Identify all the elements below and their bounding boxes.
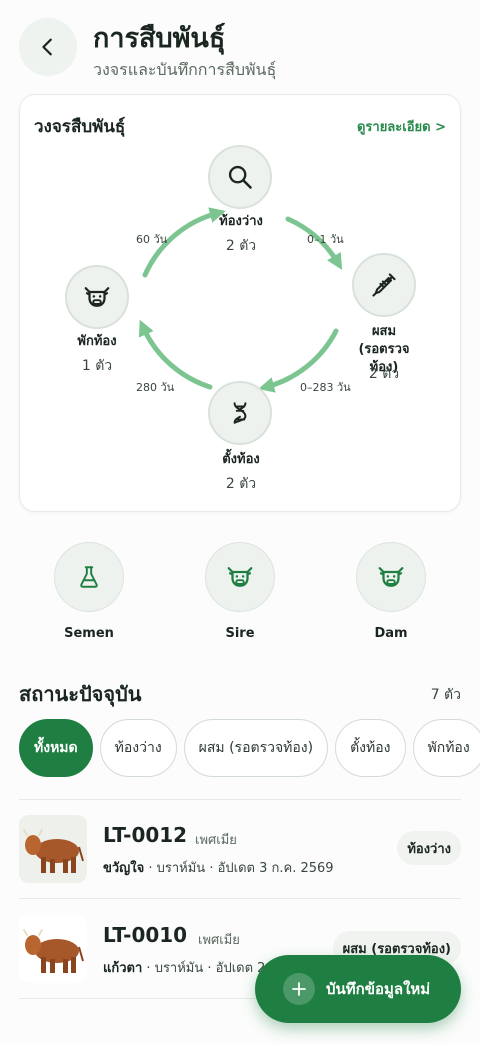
page-title: การสืบพันธุ์ xyxy=(93,23,226,54)
cycle-node-bred-count: 2 ตัว xyxy=(368,366,400,382)
animal-photo xyxy=(19,915,87,983)
search-icon xyxy=(228,165,252,189)
sire-label: Sire xyxy=(225,626,255,641)
cow-icon xyxy=(378,567,404,587)
cycle-node-pregnant-count: 2 ตัว xyxy=(225,476,257,492)
filter-chip-pregnant[interactable]: ตั้งท้อง xyxy=(335,719,406,777)
duration-empty-to-bred: 0–1 วัน xyxy=(307,233,344,246)
animal-photo xyxy=(19,815,87,883)
animal-sex: เพศเมีย xyxy=(198,933,240,948)
animal-id: LT-0010 xyxy=(103,923,188,947)
animal-name: ขวัญใจ xyxy=(103,861,145,876)
filter-chip-empty[interactable]: ท้องว่าง xyxy=(99,719,177,777)
filter-chip-resting[interactable]: พักท้อง xyxy=(412,719,480,777)
cycle-node-empty-count: 2 ตัว xyxy=(225,238,257,254)
sire-button[interactable] xyxy=(205,542,275,612)
animal-meta: ขวัญใจ · บราห์มัน · อัปเดต 3 ก.ค. 2569 xyxy=(103,857,334,878)
animal-name: แก้วตา xyxy=(103,961,143,976)
status-filter-chips: ทั้งหมด ท้องว่าง ผสม (รอตรวจท้อง) ตั้งท้องพ… xyxy=(19,719,480,779)
animal-details: · บราห์มัน · อัปเดต 2 xyxy=(142,961,266,976)
semen-button[interactable] xyxy=(54,542,124,612)
duration-resting-to-empty: 60 วัน xyxy=(136,233,168,246)
current-status-title: สถานะปัจจุบัน xyxy=(19,682,142,706)
breeding-cycle-card: วงจรสืบพันธุ์ ดูรายละเอียด > ท้องว่าง 2 … xyxy=(19,94,461,512)
animal-sex: เพศเมีย xyxy=(195,833,237,848)
animal-row[interactable]: LT-0012 เพศเมีย ขวัญใจ · บราห์มัน · อัปเ… xyxy=(19,815,461,901)
dam-label: Dam xyxy=(374,626,408,641)
filter-chip-all[interactable]: ทั้งหมด xyxy=(19,719,93,777)
back-button[interactable] xyxy=(19,18,77,76)
quick-action-semen[interactable]: Semen xyxy=(39,542,139,641)
dam-button[interactable] xyxy=(356,542,426,612)
duration-pregnant-to-resting: 280 วัน xyxy=(136,381,175,394)
page-subtitle: วงจรและบันทึกการสืบพันธุ์ xyxy=(93,60,277,79)
cycle-node-pregnant[interactable] xyxy=(208,381,272,445)
cycle-node-bred[interactable] xyxy=(352,253,416,317)
divider xyxy=(19,898,461,899)
dna-icon xyxy=(233,402,247,424)
syringe-icon xyxy=(372,273,396,297)
cycle-node-resting-label: พักท้อง xyxy=(77,334,117,349)
filter-chip-bred[interactable]: ผสม (รอตรวจท้อง) xyxy=(183,719,329,777)
flask-icon xyxy=(80,566,98,588)
quick-action-sire[interactable]: Sire xyxy=(190,542,290,641)
animal-id: LT-0012 xyxy=(103,823,188,847)
cow-icon xyxy=(227,567,253,587)
cow-photo-icon xyxy=(19,815,87,883)
cycle-node-empty[interactable] xyxy=(208,145,272,209)
quick-action-dam[interactable]: Dam xyxy=(341,542,441,641)
add-record-button[interactable]: บันทึกข้อมูลใหม่ xyxy=(255,955,461,1023)
cycle-node-resting[interactable] xyxy=(65,265,129,329)
cycle-node-resting-count: 1 ตัว xyxy=(81,358,113,374)
status-badge: ท้องว่าง xyxy=(397,831,461,865)
divider xyxy=(19,799,461,800)
cycle-node-empty-label: ท้องว่าง xyxy=(219,214,263,229)
duration-bred-to-pregnant: 0–283 วัน xyxy=(300,381,351,394)
cycle-node-pregnant-label: ตั้งท้อง xyxy=(222,452,260,467)
add-record-label: บันทึกข้อมูลใหม่ xyxy=(326,980,431,998)
animal-meta: แก้วตา · บราห์มัน · อัปเดต 2 xyxy=(103,957,265,978)
cow-photo-icon xyxy=(19,915,87,983)
plus-icon xyxy=(283,973,315,1005)
semen-label: Semen xyxy=(64,626,114,641)
total-count: 7 ตัว xyxy=(430,687,461,703)
chevron-left-icon xyxy=(42,38,52,56)
cow-icon xyxy=(84,287,110,307)
animal-details: · บราห์มัน · อัปเดต 3 ก.ค. 2569 xyxy=(144,861,334,876)
